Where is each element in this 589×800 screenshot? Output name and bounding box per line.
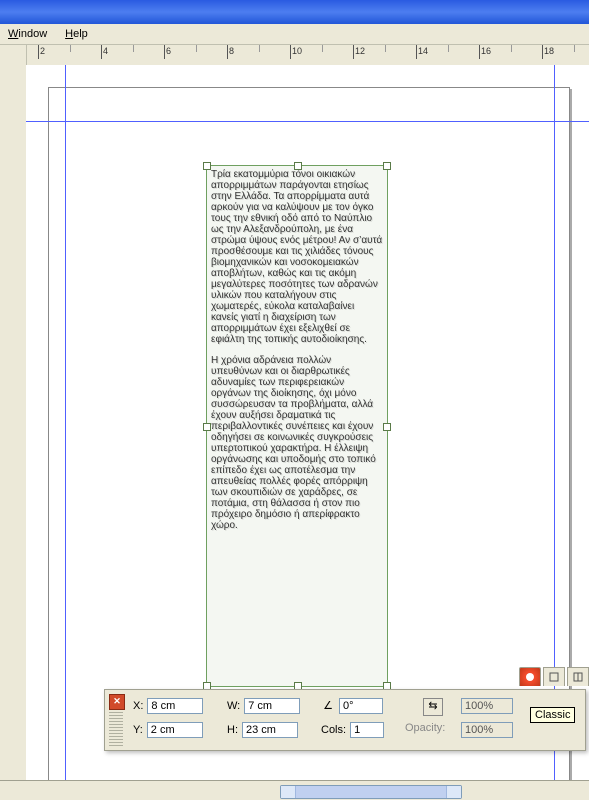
angle-field[interactable] xyxy=(339,698,383,714)
w-field[interactable] xyxy=(244,698,300,714)
chain-icon[interactable]: ⇆ xyxy=(423,698,443,716)
handle-ne[interactable] xyxy=(383,162,391,170)
workspace: // ticks injected after data load 246810… xyxy=(0,45,589,800)
horizontal-ruler: // ticks injected after data load 246810… xyxy=(26,45,589,66)
h-field[interactable] xyxy=(242,722,298,738)
record-icon xyxy=(525,672,535,682)
w-label: W: xyxy=(227,700,240,712)
paragraph-2: Η χρόνια αδράνεια πολλών υπευθύνων και ο… xyxy=(211,355,383,531)
pct-field-2[interactable] xyxy=(461,722,513,738)
opacity-label: Opacity: xyxy=(405,722,445,734)
cols-label: Cols: xyxy=(321,724,346,736)
paragraph-1: Τρία εκατομμύρια τόνοι οικιακών απορριμμ… xyxy=(211,169,383,345)
h-label: H: xyxy=(227,724,238,736)
palette-grip[interactable] xyxy=(109,712,123,746)
guide-left[interactable] xyxy=(65,65,66,781)
tab-record[interactable] xyxy=(519,667,541,686)
y-field[interactable] xyxy=(147,722,203,738)
handle-e[interactable] xyxy=(383,423,391,431)
tab-panel-2[interactable] xyxy=(567,667,589,686)
panel-icon-2 xyxy=(573,672,583,682)
x-label: X: xyxy=(133,700,143,712)
menu-window[interactable]: WWindowindow xyxy=(8,28,47,40)
statusbar xyxy=(0,780,589,800)
guide-top[interactable] xyxy=(26,121,589,122)
y-label: Y: xyxy=(133,724,143,736)
handle-w[interactable] xyxy=(203,423,211,431)
canvas[interactable]: Τρία εκατομμύρια τόνοι οικιακών απορριμμ… xyxy=(26,65,589,781)
menubar: WWindowindow HHelpelp xyxy=(0,24,589,45)
menu-help[interactable]: HHelpelp xyxy=(65,28,88,40)
vertical-ruler xyxy=(0,45,27,800)
tab-panel-1[interactable] xyxy=(543,667,565,686)
close-icon[interactable]: ✕ xyxy=(109,694,125,710)
text-content: Τρία εκατομμύρια τόνοι οικιακών απορριμμ… xyxy=(207,166,387,544)
handle-nw[interactable] xyxy=(203,162,211,170)
panel-icon xyxy=(549,672,559,682)
tooltip-classic: Classic xyxy=(530,707,575,723)
pct-field-1[interactable] xyxy=(461,698,513,714)
text-frame[interactable]: Τρία εκατομμύρια τόνοι οικιακών απορριμμ… xyxy=(206,165,388,687)
window-titlebar xyxy=(0,0,589,24)
properties-palette[interactable]: ✕ X: Y: W: H: ∠ Cols: ⇆ Opaci xyxy=(104,689,586,751)
horizontal-scrollbar[interactable] xyxy=(280,785,462,799)
x-field[interactable] xyxy=(147,698,203,714)
angle-icon: ∠ xyxy=(321,699,335,713)
handle-n[interactable] xyxy=(294,162,302,170)
cols-field[interactable] xyxy=(350,722,384,738)
palette-tabs xyxy=(519,667,589,686)
